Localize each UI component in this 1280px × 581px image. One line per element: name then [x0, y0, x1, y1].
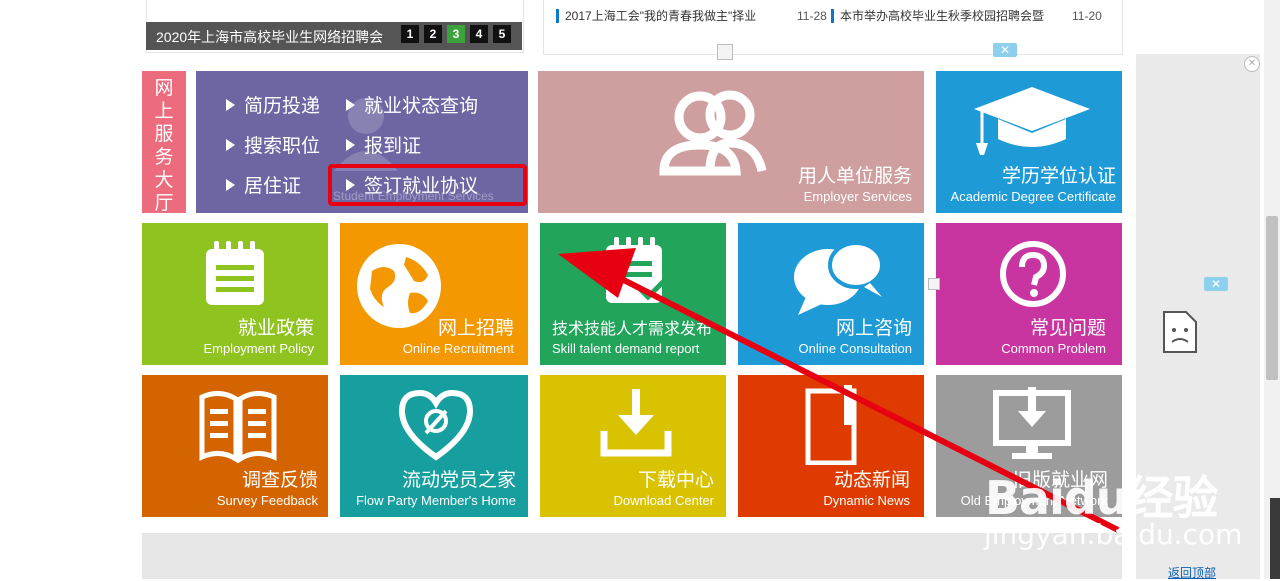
party-member-home-tile[interactable]: 流动党员之家 Flow Party Member's Home — [340, 375, 528, 517]
news-item-title[interactable]: 本市举办高校毕业生秋季校园招聘会暨 — [831, 9, 1044, 23]
academic-degree-tile[interactable]: 学历学位认证 Academic Degree Certificate — [936, 71, 1122, 213]
online-recruitment-tile[interactable]: 网上招聘 Online Recruitment — [340, 223, 528, 365]
news-item-date: 11-28 — [797, 9, 827, 23]
tile-subtitle: Common Problem — [1001, 341, 1106, 356]
banner-title[interactable]: 2020年上海市高校毕业生网络招聘会 — [156, 27, 383, 47]
report-certificate-link[interactable]: 报到证 — [346, 131, 421, 158]
download-icon — [600, 389, 672, 457]
chat-bubbles-icon — [794, 241, 884, 315]
common-problem-tile[interactable]: 常见问题 Common Problem — [936, 223, 1122, 365]
side-ad-close-button[interactable]: ✕ — [1204, 277, 1228, 291]
banner-page-3[interactable]: 3 — [447, 25, 465, 43]
tile-title: 动态新闻 — [833, 470, 910, 491]
ad-close-circle-icon[interactable]: ✕ — [1244, 56, 1260, 72]
tile-subtitle: Academic Degree Certificate — [950, 189, 1116, 204]
globe-icon — [357, 244, 441, 328]
tile-subtitle: Employment Policy — [203, 341, 314, 356]
checklist-icon — [606, 237, 666, 303]
ad-close-button[interactable]: ✕ — [993, 43, 1017, 57]
heart-emblem-icon — [398, 389, 474, 461]
tile-title: 下载中心 — [637, 470, 714, 491]
open-book-icon — [199, 391, 277, 463]
users-icon — [659, 90, 767, 176]
employment-policy-tile[interactable]: 就业政策 Employment Policy — [142, 223, 328, 365]
tile-subtitle: Dynamic News — [823, 493, 910, 508]
banner-page-5[interactable]: 5 — [493, 25, 511, 43]
service-hall-label: 网上服务大厅 — [154, 78, 174, 214]
tile-title: 网上咨询 — [835, 318, 912, 339]
dynamic-news-tile[interactable]: 动态新闻 Dynamic News — [738, 375, 924, 517]
banner-page-2[interactable]: 2 — [424, 25, 442, 43]
tile-subtitle: Employer Services — [803, 189, 912, 204]
question-icon — [1000, 241, 1066, 307]
tile-subtitle: Download Center — [613, 493, 714, 508]
tile-subtitle: Skill talent demand report — [552, 341, 700, 356]
online-consultation-tile[interactable]: 网上咨询 Online Consultation — [738, 223, 924, 365]
tile-subtitle: Survey Feedback — [216, 493, 318, 508]
survey-feedback-tile[interactable]: 调查反馈 Survey Feedback — [142, 375, 328, 517]
news-item-date: 11-20 — [1072, 9, 1102, 23]
residence-permit-link[interactable]: 居住证 — [226, 171, 301, 198]
news-item-title[interactable]: 2017上海工会"我的青春我做主"择业 — [556, 9, 756, 23]
tile-title: 常见问题 — [1029, 318, 1106, 339]
banner-page-1[interactable]: 1 — [401, 25, 419, 43]
graduation-cap-icon — [974, 87, 1090, 155]
tile-title: 技术技能人才需求发布 — [552, 321, 713, 338]
tile-subtitle: Online Consultation — [798, 341, 912, 356]
download-center-tile[interactable]: 下载中心 Download Center — [540, 375, 726, 517]
tile-title: 用人单位服务 — [797, 166, 912, 187]
tile-title: 流动党员之家 — [401, 470, 516, 491]
watermark-url: jingyan.baidu.com — [984, 518, 1243, 551]
highlight-box — [328, 164, 527, 206]
tile-title: 学历学位认证 — [1001, 166, 1116, 187]
back-to-top-link[interactable]: 返回顶部 — [1168, 564, 1216, 581]
banner-page-4[interactable]: 4 — [470, 25, 488, 43]
side-widget — [1270, 498, 1280, 579]
skill-talent-demand-tile[interactable]: 技术技能人才需求发布 Skill talent demand report — [540, 223, 726, 365]
broken-image-icon — [717, 44, 733, 60]
service-hall-label-box: 网上服务大厅 — [142, 71, 186, 214]
tile-subtitle: Online Recruitment — [402, 341, 514, 356]
footer-strip — [142, 533, 1122, 579]
tile-title: 调查反馈 — [241, 470, 318, 491]
tile-title: 网上招聘 — [437, 318, 514, 339]
broken-image-icon — [928, 278, 940, 290]
resume-submit-link[interactable]: 简历投递 — [226, 91, 320, 118]
employment-status-link[interactable]: 就业状态查询 — [346, 91, 478, 118]
monitor-download-icon — [993, 387, 1071, 459]
broken-page-icon — [1163, 311, 1197, 353]
search-job-link[interactable]: 搜索职位 — [226, 131, 320, 158]
tile-title: 就业政策 — [237, 318, 314, 339]
tile-subtitle: Flow Party Member's Home — [356, 493, 516, 508]
scrollbar-thumb[interactable] — [1266, 216, 1278, 380]
clipboard-icon — [206, 241, 264, 305]
newspaper-icon — [805, 385, 857, 465]
employer-services-tile[interactable]: 用人单位服务 Employer Services — [538, 71, 924, 213]
